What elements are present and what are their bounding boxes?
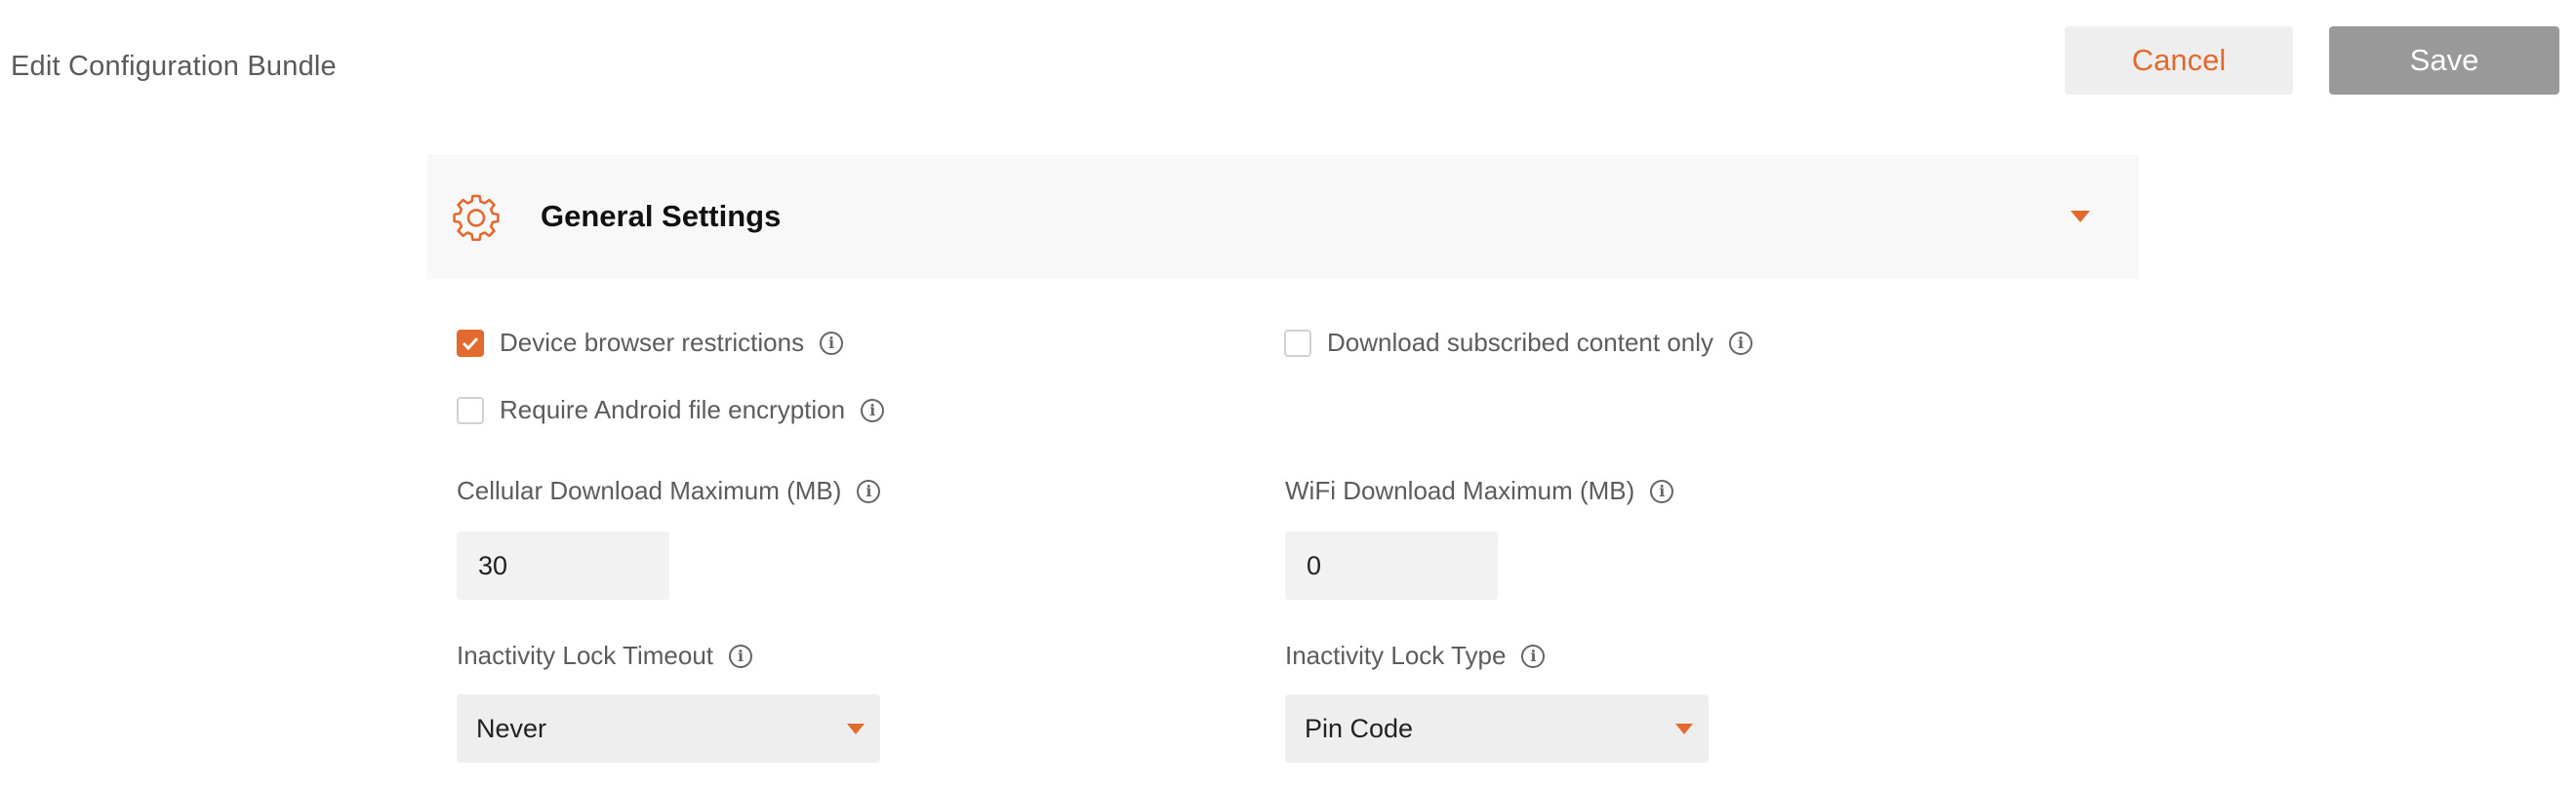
require-android-encryption-option: Require Android file encryption i <box>457 395 885 425</box>
device-browser-restrictions-option: Device browser restrictions i <box>457 328 844 358</box>
download-subscribed-only-checkbox[interactable] <box>1284 329 1311 357</box>
inactivity-timeout-select[interactable]: Never <box>457 694 880 763</box>
info-icon[interactable]: i <box>1650 479 1674 503</box>
chevron-down-icon[interactable] <box>2071 211 2090 222</box>
info-icon[interactable]: i <box>857 479 881 503</box>
cancel-button[interactable]: Cancel <box>2065 26 2293 95</box>
info-icon[interactable]: i <box>861 398 885 422</box>
chevron-down-icon <box>1675 724 1693 734</box>
info-icon[interactable]: i <box>1729 331 1753 355</box>
gear-icon <box>452 192 501 242</box>
inactivity-type-label: Inactivity Lock Type <box>1285 641 1507 670</box>
info-icon[interactable]: i <box>820 331 844 355</box>
device-browser-restrictions-label: Device browser restrictions <box>500 328 805 357</box>
inactivity-type-select[interactable]: Pin Code <box>1285 694 1709 763</box>
require-android-encryption-checkbox[interactable] <box>457 396 484 424</box>
chevron-down-icon <box>847 724 865 734</box>
inactivity-type-label-row: Inactivity Lock Type i <box>1285 641 1546 671</box>
require-android-encryption-label: Require Android file encryption <box>500 395 846 424</box>
cellular-max-input[interactable] <box>457 532 669 600</box>
cellular-max-label: Cellular Download Maximum (MB) <box>457 476 842 505</box>
device-browser-restrictions-checkbox[interactable] <box>457 329 484 357</box>
wifi-max-label: WiFi Download Maximum (MB) <box>1285 476 1635 505</box>
download-subscribed-only-option: Download subscribed content only i <box>1284 328 1753 358</box>
inactivity-timeout-label-row: Inactivity Lock Timeout i <box>457 641 752 671</box>
inactivity-type-value: Pin Code <box>1305 713 1414 743</box>
info-icon[interactable]: i <box>729 644 752 668</box>
download-subscribed-only-label: Download subscribed content only <box>1327 328 1714 357</box>
inactivity-timeout-value: Never <box>476 713 547 743</box>
general-settings-header[interactable]: General Settings <box>427 154 2139 279</box>
cellular-max-label-row: Cellular Download Maximum (MB) i <box>457 476 881 506</box>
save-button[interactable]: Save <box>2329 26 2559 95</box>
page-title: Edit Configuration Bundle <box>11 51 337 82</box>
panel-title: General Settings <box>541 199 782 233</box>
wifi-max-label-row: WiFi Download Maximum (MB) i <box>1285 476 1674 506</box>
info-icon[interactable]: i <box>1521 644 1546 668</box>
inactivity-timeout-label: Inactivity Lock Timeout <box>457 641 713 670</box>
wifi-max-input[interactable] <box>1285 532 1498 600</box>
